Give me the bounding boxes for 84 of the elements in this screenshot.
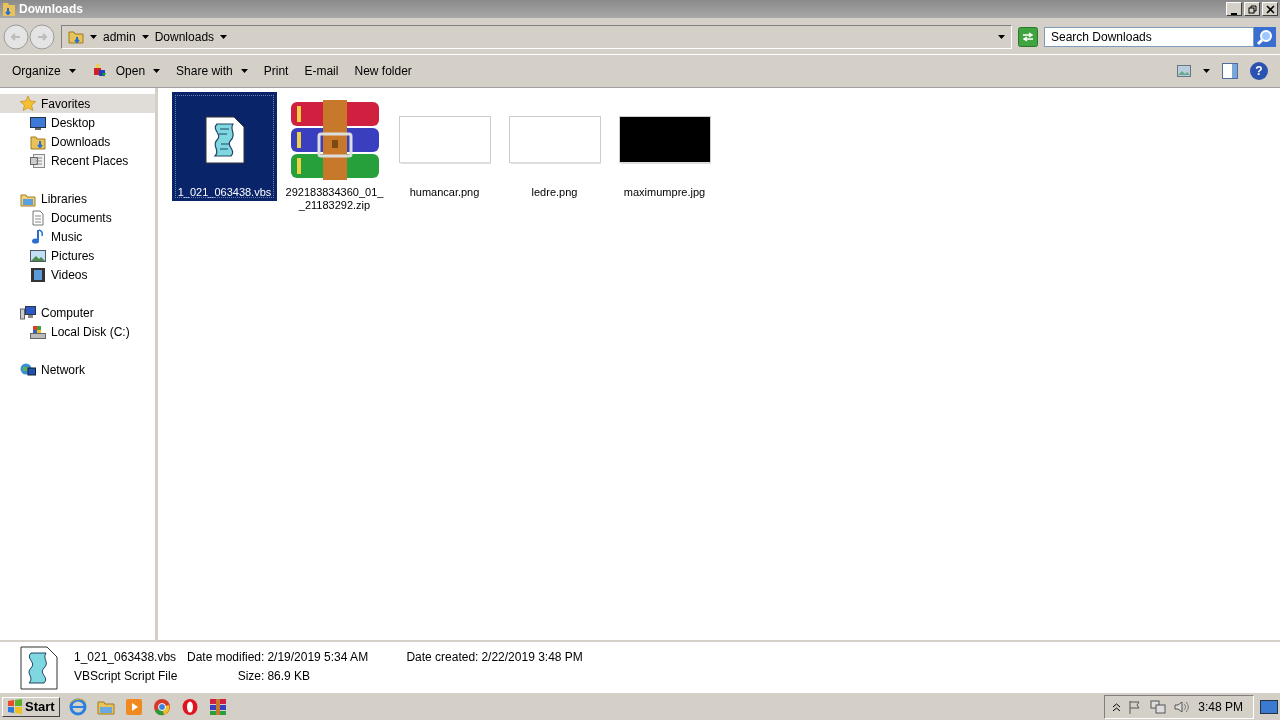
minimize-icon	[1231, 13, 1237, 15]
sidebar-item[interactable]: Recent Places	[0, 151, 155, 170]
chevron-up-icon[interactable]	[1113, 702, 1121, 711]
field-value: 2/19/2019 5:34 AM	[267, 650, 370, 664]
file-item[interactable]: ledre.png	[502, 92, 607, 201]
field-label: Date created:	[406, 650, 479, 664]
folder-icon	[30, 133, 46, 150]
sidebar-item[interactable]: Pictures	[0, 246, 155, 265]
toolbar-button[interactable]: New folder	[348, 60, 418, 82]
search-icon[interactable]	[1254, 27, 1276, 47]
folder-icon	[2, 1, 16, 17]
computer-icon	[20, 304, 36, 321]
image-icon	[30, 247, 46, 264]
caret-icon	[998, 35, 1005, 39]
sidebar-item[interactable]: Libraries	[0, 189, 155, 208]
caret-icon	[220, 35, 228, 39]
flag-icon[interactable]	[1128, 699, 1143, 714]
sidebar-item[interactable]: Desktop	[0, 113, 155, 132]
archive-icon	[288, 100, 381, 180]
sidebar-item[interactable]: Downloads	[0, 132, 155, 151]
file-item[interactable]: humancar.png	[392, 92, 497, 201]
file-item[interactable]: 1_021_063438.vbs	[172, 92, 277, 201]
file-item[interactable]: maximumpre.jpg	[612, 92, 717, 201]
toolbar-button[interactable]: Open	[85, 59, 167, 83]
sidebar-item[interactable]: Music	[0, 227, 155, 246]
folder-icon	[68, 29, 84, 45]
app-icon	[91, 63, 108, 79]
address-bar[interactable]: admin Downloads	[61, 25, 1012, 49]
sidebar-item[interactable]: Local Disk (C:)	[0, 322, 155, 341]
file-item[interactable]: 292183834360_01__21183292.zip	[282, 92, 387, 214]
refresh-icon[interactable]	[1018, 27, 1038, 47]
document-icon	[30, 209, 46, 226]
start-button[interactable]: Start	[2, 696, 60, 717]
media-player-icon[interactable]	[124, 697, 143, 716]
browser-icon[interactable]	[68, 697, 87, 716]
script-file-icon	[204, 116, 245, 164]
sidebar-item[interactable]: Documents	[0, 208, 155, 227]
sidebar-item[interactable]: Favorites	[0, 94, 155, 113]
search-field[interactable]: Search Downloads	[1044, 27, 1254, 47]
help-button[interactable]: ?	[1250, 62, 1268, 80]
caret-icon	[141, 35, 149, 39]
toolbar-button[interactable]: Print	[257, 60, 295, 82]
recent-places-icon	[30, 152, 46, 169]
sidebar-item[interactable]: Videos	[0, 265, 155, 284]
film-icon	[30, 266, 46, 283]
chrome-icon[interactable]	[152, 697, 171, 716]
drive-icon	[30, 323, 46, 340]
caret-icon	[68, 69, 76, 73]
toolbar-button[interactable]: E-mail	[298, 60, 345, 82]
file-type: VBScript Script File	[74, 669, 179, 683]
music-note-icon	[30, 228, 46, 245]
sidebar-item[interactable]: Network	[0, 360, 155, 379]
window-title: Downloads	[19, 2, 84, 16]
caret-icon	[240, 69, 248, 73]
restore-button[interactable]	[1244, 2, 1260, 16]
show-desktop-icon[interactable]	[1260, 697, 1278, 716]
archive-icon[interactable]	[208, 697, 227, 716]
close-icon	[1265, 4, 1275, 14]
caret-icon	[90, 35, 97, 39]
opera-icon[interactable]	[180, 697, 199, 716]
toolbar-button[interactable]: Share with	[170, 60, 254, 82]
monitor-icon	[30, 114, 46, 131]
field-value: 2/22/2019 3:48 PM	[481, 650, 583, 664]
breadcrumb[interactable]: admin	[103, 30, 136, 44]
sidebar-item[interactable]: Computer	[0, 303, 155, 322]
clock[interactable]: 3:48 PM	[1198, 699, 1243, 714]
field-value: 86.9 KB	[267, 669, 312, 683]
star-icon	[20, 95, 36, 112]
view-icon[interactable]	[1177, 65, 1191, 77]
windows-logo-icon	[7, 698, 23, 715]
file-name: 1_021_063438.vbs	[74, 650, 178, 664]
toolbar-button[interactable]: Organize	[6, 60, 82, 82]
minimize-button[interactable]	[1226, 2, 1242, 16]
network-icon	[20, 361, 36, 378]
restore-icon	[1247, 4, 1257, 14]
field-label: Size:	[236, 669, 265, 683]
preview-pane-icon[interactable]	[1222, 63, 1238, 79]
field-label: Date modified:	[187, 650, 265, 664]
caret-icon	[153, 69, 161, 73]
caret-icon[interactable]	[1203, 69, 1210, 73]
breadcrumb[interactable]: Downloads	[154, 30, 215, 44]
close-button[interactable]	[1262, 2, 1278, 16]
network-icon[interactable]	[1150, 699, 1167, 714]
speaker-icon[interactable]	[1174, 699, 1191, 714]
